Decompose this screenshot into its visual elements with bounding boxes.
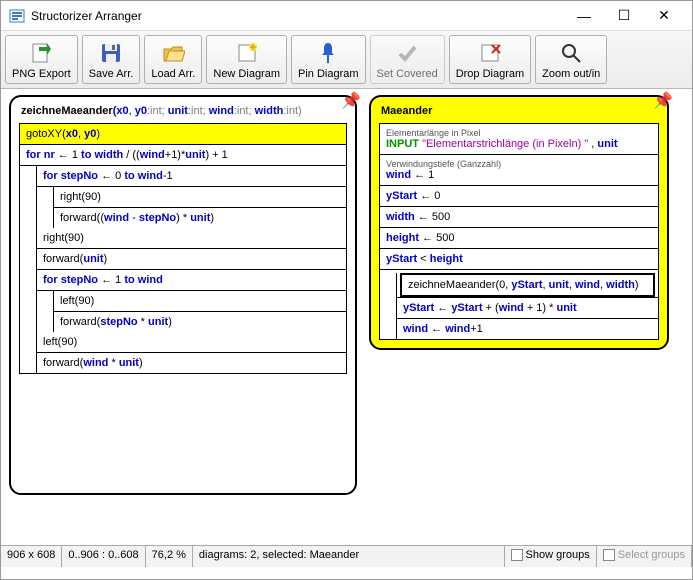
stmt-input[interactable]: Elementarlänge in Pixel INPUT "Elementar…: [380, 124, 658, 155]
stmt-ystart[interactable]: yStart ← 0: [380, 186, 658, 207]
label: Set Covered: [377, 68, 438, 80]
stmt-gotoxy[interactable]: gotoXY(x0, y0): [20, 124, 346, 145]
toolbar: PNG Export Save Arr. Load Arr. New Diagr…: [1, 31, 692, 89]
stmt-width[interactable]: width ← 500: [380, 207, 658, 228]
drop-diagram-button[interactable]: Drop Diagram: [449, 35, 531, 84]
arranger-canvas[interactable]: 📌 zeichneMaeander(x0, y0:int; unit:int; …: [1, 89, 692, 533]
statusbar: 906 x 608 0..906 : 0..608 76,2 % diagram…: [1, 545, 692, 567]
label: Zoom out/in: [542, 68, 600, 80]
pin-icon: [315, 40, 341, 66]
label: PNG Export: [12, 68, 71, 80]
label: Load Arr.: [151, 68, 195, 80]
window-title: Structorizer Arranger: [31, 9, 564, 23]
for-nr[interactable]: for nr ← 1 to width / ((wind+1)*unit) + …: [20, 145, 346, 166]
stmt-call[interactable]: zeichneMaeander(0, yStart, unit, wind, w…: [402, 275, 653, 295]
maximize-button[interactable]: ☐: [604, 2, 644, 30]
status-range: 0..906 : 0..608: [62, 546, 145, 567]
drop-icon: [477, 40, 503, 66]
label: Pin Diagram: [298, 68, 359, 80]
zoom-icon: [558, 40, 584, 66]
save-arr-button[interactable]: Save Arr.: [82, 35, 141, 84]
stmt-wind[interactable]: Verwindungstiefe (Ganzzahl) wind ← 1: [380, 155, 658, 186]
diagram-zeichnemaeander[interactable]: 📌 zeichneMaeander(x0, y0:int; unit:int; …: [9, 95, 357, 495]
load-arr-button[interactable]: Load Arr.: [144, 35, 202, 84]
while-cond[interactable]: yStart < height: [380, 249, 658, 270]
status-zoom: 76,2 %: [146, 546, 193, 567]
for-stepno-2[interactable]: for stepNo ← 1 to wind: [37, 270, 346, 291]
set-covered-button[interactable]: Set Covered: [370, 35, 445, 84]
minimize-button[interactable]: —: [564, 2, 604, 30]
status-info: diagrams: 2, selected: Maeander: [193, 546, 505, 567]
close-button[interactable]: ✕: [644, 2, 684, 30]
titlebar: Structorizer Arranger — ☐ ✕: [1, 1, 692, 31]
label: Drop Diagram: [456, 68, 524, 80]
stmt-height[interactable]: height ← 500: [380, 228, 658, 249]
stmt-right90-2[interactable]: right(90): [37, 228, 346, 249]
diagram-body: Elementarlänge in Pixel INPUT "Elementar…: [379, 123, 659, 340]
new-icon: [234, 40, 260, 66]
stmt-forward1[interactable]: forward((wind - stepNo) * unit): [54, 208, 346, 228]
png-export-button[interactable]: PNG Export: [5, 35, 78, 84]
for-stepno-1[interactable]: for stepNo ← 0 to wind-1: [37, 166, 346, 187]
label: Save Arr.: [89, 68, 134, 80]
stmt-forward-unit[interactable]: forward(unit): [37, 249, 346, 270]
save-icon: [98, 40, 124, 66]
select-groups-checkbox[interactable]: Select groups: [597, 546, 692, 567]
pin-icon: 📌: [653, 91, 673, 111]
diagram-maeander[interactable]: 📌 Maeander Elementarlänge in Pixel INPUT…: [369, 95, 669, 350]
covered-icon: [394, 40, 420, 66]
diagram-header: Maeander: [371, 97, 667, 123]
app-icon: [9, 8, 25, 24]
stmt-left90-2[interactable]: left(90): [37, 332, 346, 353]
diagram-body: gotoXY(x0, y0) for nr ← 1 to width / ((w…: [19, 123, 347, 374]
pin-diagram-button[interactable]: Pin Diagram: [291, 35, 366, 84]
stmt-update-ystart[interactable]: yStart ← yStart + (wind + 1) * unit: [397, 297, 658, 319]
stmt-forward4[interactable]: forward(wind * unit): [37, 353, 346, 373]
label: New Diagram: [213, 68, 280, 80]
stmt-forward3[interactable]: forward(stepNo * unit): [54, 312, 346, 332]
stmt-right90[interactable]: right(90): [54, 187, 346, 208]
diagram-header: zeichneMaeander(x0, y0:int; unit:int; wi…: [11, 97, 355, 123]
zoom-button[interactable]: Zoom out/in: [535, 35, 607, 84]
show-groups-checkbox[interactable]: Show groups: [505, 546, 597, 567]
status-dims: 906 x 608: [1, 546, 62, 567]
stmt-left90[interactable]: left(90): [54, 291, 346, 312]
stmt-inc-wind[interactable]: wind ← wind+1: [397, 319, 658, 339]
new-diagram-button[interactable]: New Diagram: [206, 35, 287, 84]
export-icon: [28, 40, 54, 66]
open-icon: [160, 40, 186, 66]
pin-icon: 📌: [341, 91, 361, 111]
